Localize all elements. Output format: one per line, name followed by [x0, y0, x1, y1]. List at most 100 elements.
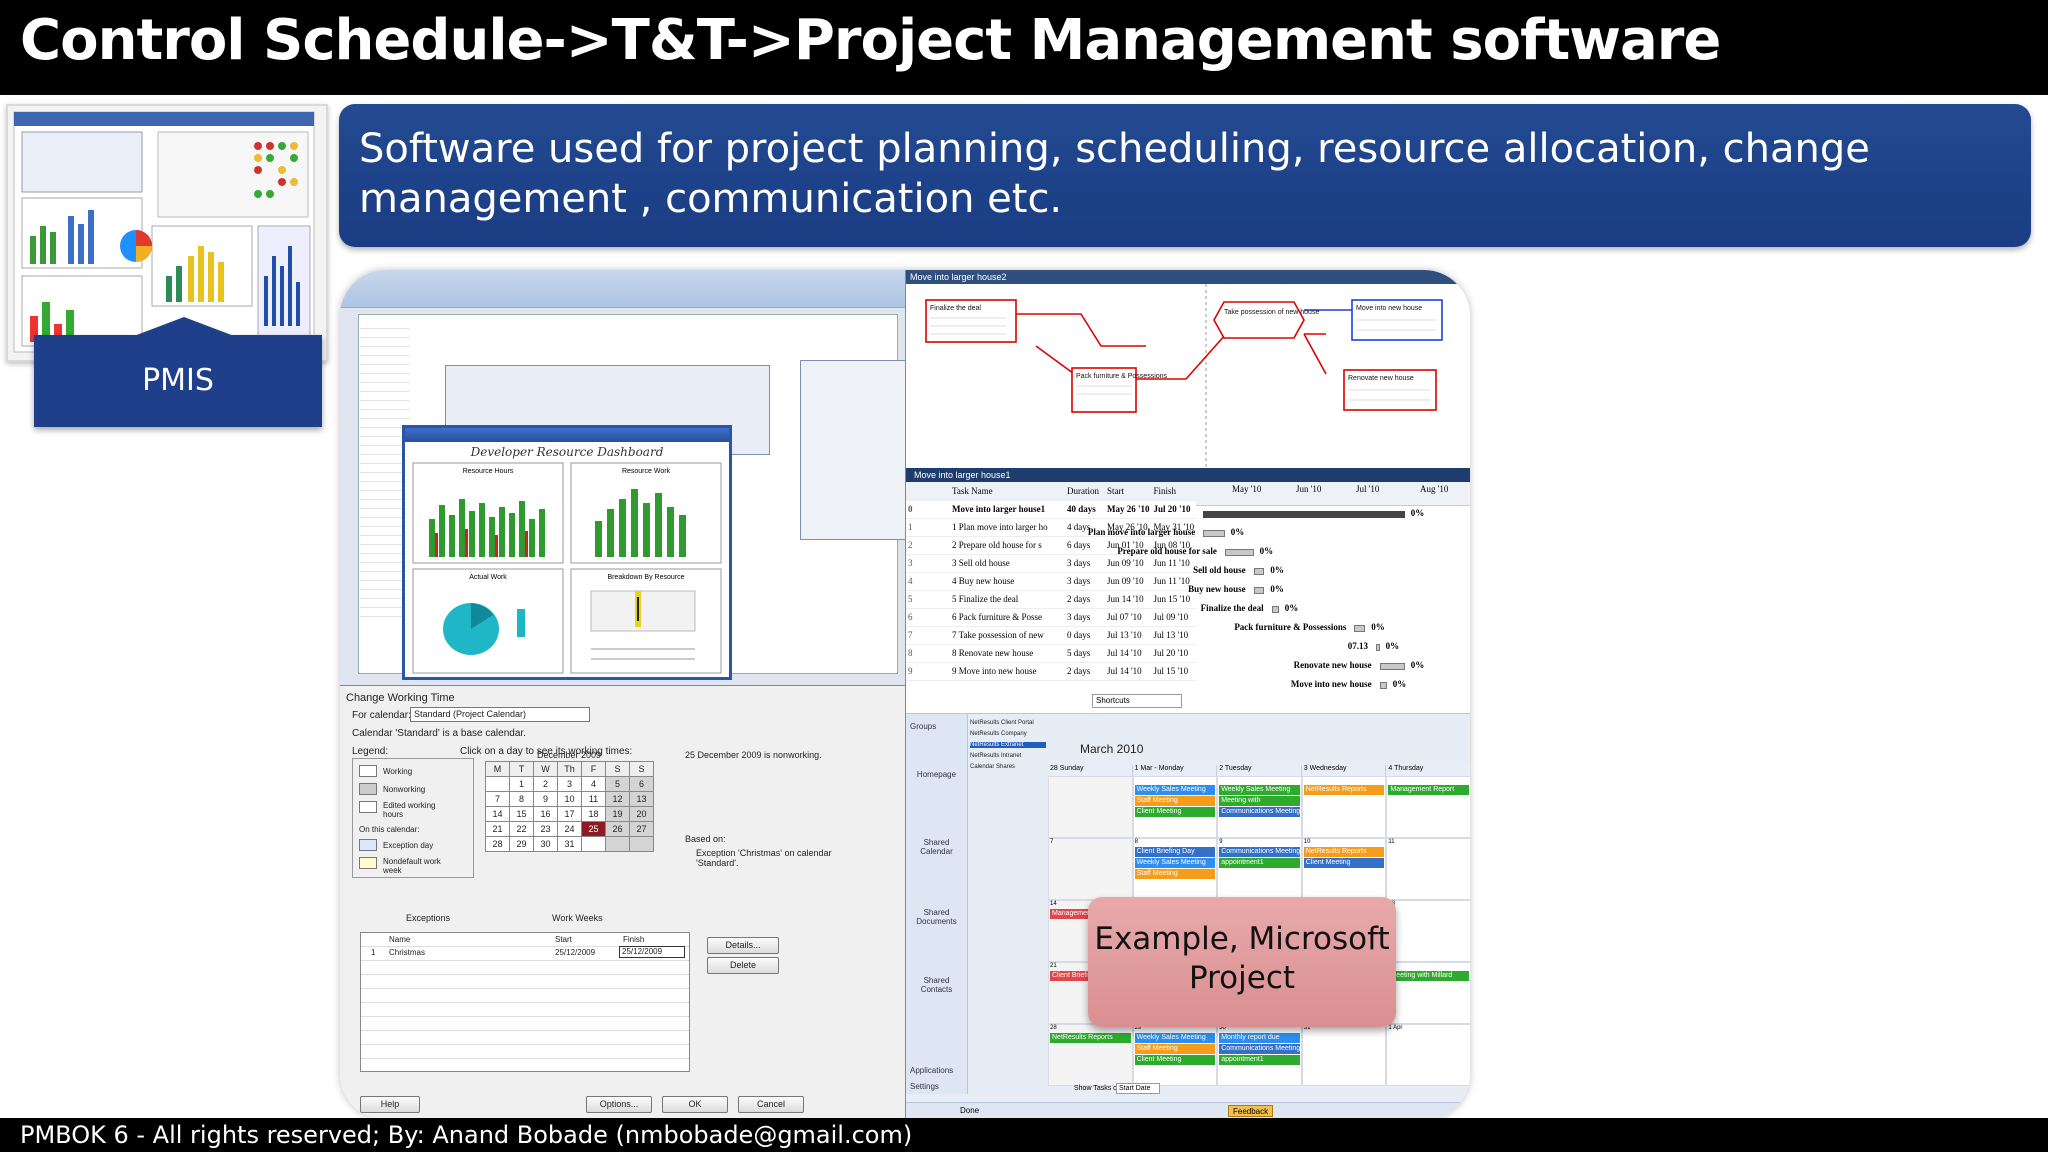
- details-button[interactable]: Details...: [707, 937, 779, 954]
- exceptions-grid[interactable]: Name Start Finish 1 Christmas 25/12/2009…: [360, 932, 690, 1072]
- day-cell[interactable]: [1386, 838, 1470, 900]
- calendar-day[interactable]: 6: [629, 776, 654, 792]
- calendar-event[interactable]: Monthly report due: [1219, 1033, 1300, 1043]
- cwt-month-calendar[interactable]: M T W Th F S S 1 2 3 4 5 6 7 8 9 10 11 12 13 14 15 16 17 18 19 20…: [485, 761, 654, 852]
- calendar-day[interactable]: 1: [509, 776, 534, 792]
- calendar-event[interactable]: Client Meeting: [1303, 858, 1385, 868]
- calendar-item-client-portal[interactable]: NetResults Client Portal: [970, 720, 1046, 726]
- day-cell[interactable]: [1386, 900, 1470, 962]
- calendar-day[interactable]: 9: [533, 791, 558, 807]
- tab-exceptions[interactable]: Exceptions: [406, 913, 450, 923]
- gantt-bar[interactable]: [1203, 530, 1225, 537]
- shortcuts-search[interactable]: Shortcuts: [1092, 694, 1182, 708]
- day-cell[interactable]: [1301, 1024, 1387, 1086]
- tab-work-weeks[interactable]: Work Weeks: [552, 913, 603, 923]
- calendar-event[interactable]: Management Report: [1388, 785, 1469, 795]
- calendar-day[interactable]: 10: [557, 791, 582, 807]
- calendar-event[interactable]: appointment1: [1219, 858, 1300, 868]
- exception-row-finish[interactable]: 25/12/2009: [619, 946, 685, 958]
- calendar-event[interactable]: Client Meeting: [1134, 807, 1216, 817]
- gantt-bar[interactable]: [1224, 549, 1254, 556]
- gantt-row[interactable]: 9 9 Move into new house 2 days Jul 14 '10 Ju…: [906, 662, 1197, 681]
- calendar-day[interactable]: [581, 836, 606, 852]
- gantt-bar[interactable]: [1203, 511, 1405, 518]
- calendar-day[interactable]: 17: [557, 806, 582, 822]
- calendar-item-company[interactable]: NetResults Company: [970, 731, 1046, 737]
- gantt-bar[interactable]: [1271, 606, 1279, 613]
- nav-groups[interactable]: Groups: [910, 722, 936, 731]
- calendar-day[interactable]: 20: [629, 806, 654, 822]
- gantt-bar[interactable]: [1376, 644, 1380, 651]
- options-button[interactable]: Options...: [586, 1096, 652, 1113]
- calendar-day[interactable]: 26: [605, 821, 630, 837]
- calendar-day[interactable]: 4: [581, 776, 606, 792]
- gantt-row[interactable]: 44 Buy new house 3 days Jun 09 '10 Jun 11 '…: [906, 572, 1197, 591]
- calendar-day[interactable]: 12: [605, 791, 630, 807]
- nav-settings[interactable]: Settings: [910, 1082, 939, 1091]
- calendar-day[interactable]: 11: [581, 791, 606, 807]
- calendar-event[interactable]: Meeting with Millard: [1388, 971, 1469, 981]
- calendar-item-extranet[interactable]: NetResults Extranet: [970, 742, 1046, 748]
- nav-shared-contacts[interactable]: Shared Contacts: [912, 976, 961, 994]
- calendar-day[interactable]: 5: [605, 776, 630, 792]
- calendar-event[interactable]: NetResults Reports: [1050, 1033, 1131, 1043]
- help-button[interactable]: Help: [360, 1096, 420, 1113]
- calendar-day[interactable]: 15: [509, 806, 534, 822]
- calendar-item-shares[interactable]: Calendar Shares: [970, 764, 1046, 770]
- exception-row-start[interactable]: 25/12/2009: [555, 948, 595, 957]
- calendar-day[interactable]: 16: [533, 806, 558, 822]
- calendar-day[interactable]: 29: [509, 836, 534, 852]
- calendar-event[interactable]: Communications Meeting: [1219, 847, 1300, 857]
- calendar-day[interactable]: 24: [557, 821, 582, 837]
- calendar-event[interactable]: Communications Meeting: [1219, 1044, 1300, 1054]
- calendar-day[interactable]: 25: [581, 821, 606, 837]
- nav-shared-documents[interactable]: Shared Documents: [912, 908, 961, 926]
- calendar-day[interactable]: 19: [605, 806, 630, 822]
- gantt-row[interactable]: 6 6 Pack furniture & Posse 3 days Jul 07 '1…: [906, 608, 1197, 627]
- calendar-event[interactable]: Meeting with: [1219, 796, 1300, 806]
- calendar-day[interactable]: 22: [509, 821, 534, 837]
- gantt-bar[interactable]: [1379, 663, 1405, 670]
- nav-shared-calendar[interactable]: Shared Calendar: [912, 838, 961, 856]
- calendar-day[interactable]: 13: [629, 791, 654, 807]
- calendar-item-intranet[interactable]: NetResults Intranet: [970, 753, 1046, 759]
- calendar-event[interactable]: Weekly Sales Meeting: [1134, 1033, 1216, 1043]
- feedback-button[interactable]: Feedback: [1228, 1105, 1274, 1117]
- calendar-day[interactable]: 3: [557, 776, 582, 792]
- calendar-day[interactable]: 18: [581, 806, 606, 822]
- gantt-bar[interactable]: [1379, 682, 1387, 689]
- calendar-event[interactable]: Weekly Sales Meeting: [1134, 785, 1216, 795]
- cancel-button[interactable]: Cancel: [738, 1096, 804, 1113]
- calendar-day[interactable]: [485, 776, 510, 792]
- gantt-row[interactable]: 0 Move into larger house1 40 days May 26 '1…: [906, 500, 1197, 519]
- calendar-day[interactable]: 30: [533, 836, 558, 852]
- calendar-event[interactable]: Weekly Sales Meeting: [1134, 858, 1216, 868]
- nav-applications[interactable]: Applications: [910, 1066, 953, 1075]
- gantt-bar[interactable]: [1253, 568, 1265, 575]
- calendar-day[interactable]: [629, 836, 654, 852]
- calendar-event[interactable]: NetResults Reports: [1303, 847, 1385, 857]
- calendar-day[interactable]: 8: [509, 791, 534, 807]
- calendar-event[interactable]: Client Briefing Day: [1134, 847, 1216, 857]
- gantt-row[interactable]: 55 Finalize the deal 2 days Jun 14 '10 Jun …: [906, 590, 1197, 609]
- calendar-day[interactable]: 27: [629, 821, 654, 837]
- calendar-event[interactable]: Staff Meeting: [1134, 869, 1216, 879]
- gantt-row[interactable]: 8 8 Renovate new house 5 days Jul 14 '10 Jul…: [906, 644, 1197, 663]
- calendar-day[interactable]: 28: [485, 836, 510, 852]
- gantt-row[interactable]: 3 3 Sell old house 3 days Jun 09 '10 Jun 11 …: [906, 554, 1197, 573]
- ok-button[interactable]: OK: [662, 1096, 728, 1113]
- day-cell[interactable]: [1386, 1024, 1470, 1086]
- calendar-event[interactable]: Weekly Sales Meeting: [1219, 785, 1300, 795]
- day-cell[interactable]: [1048, 776, 1133, 838]
- start-date-select[interactable]: Start Date: [1116, 1083, 1160, 1094]
- gantt-row[interactable]: 77 Take possession of new 0 days Jul 13 '1…: [906, 626, 1197, 645]
- gantt-bar[interactable]: [1354, 625, 1366, 632]
- calendar-event[interactable]: Staff Meeting: [1134, 1044, 1216, 1054]
- delete-button[interactable]: Delete: [707, 957, 779, 974]
- calendar-event[interactable]: Communications Meeting: [1219, 807, 1300, 817]
- cwt-calendar-select[interactable]: Standard (Project Calendar): [410, 707, 590, 722]
- calendar-day[interactable]: 2: [533, 776, 558, 792]
- calendar-event[interactable]: Staff Meeting: [1134, 796, 1216, 806]
- calendar-day[interactable]: [605, 836, 630, 852]
- day-cell[interactable]: [1048, 838, 1133, 900]
